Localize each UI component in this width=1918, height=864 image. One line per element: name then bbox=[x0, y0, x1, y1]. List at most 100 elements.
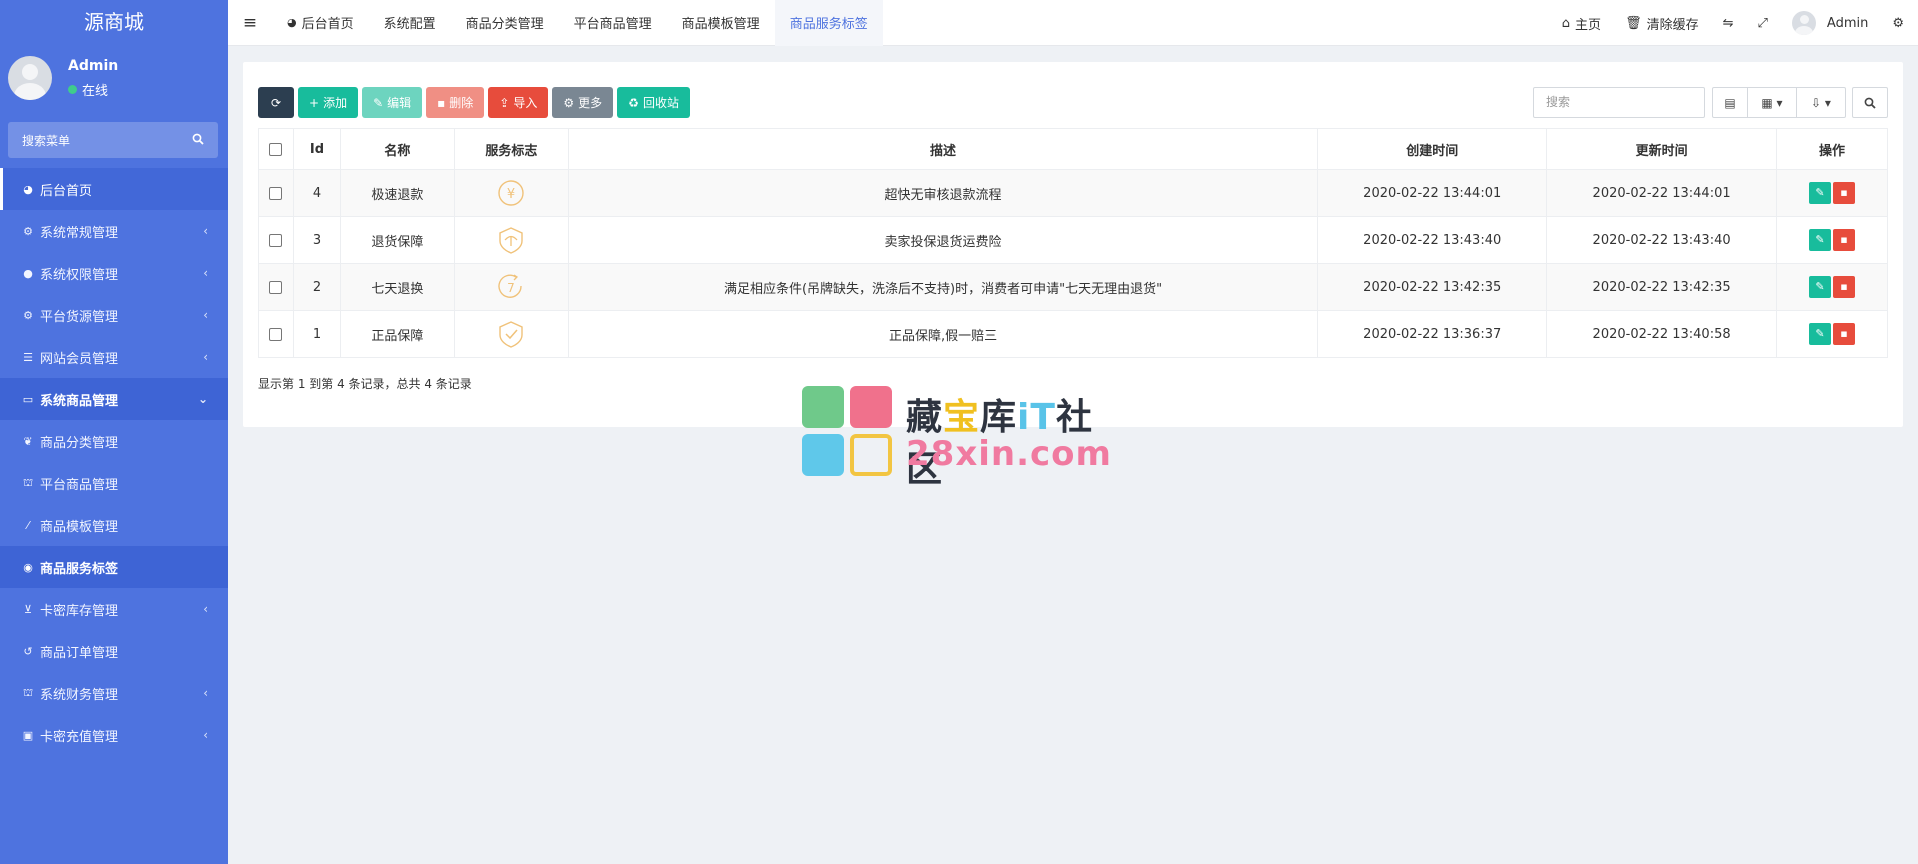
plus-icon: + bbox=[309, 95, 320, 110]
tab-label: 商品分类管理 bbox=[465, 17, 544, 32]
row-delete-button[interactable]: ▪ bbox=[1833, 229, 1856, 251]
tab-products[interactable]: 平台商品管理 bbox=[559, 0, 667, 46]
user-name: Admin bbox=[68, 58, 119, 74]
sidebar: 源商城 Admin 在线 搜索菜单 ◕ 后台首页 ⚙ 系统常规管理 ‹ ● 系统权限管理… bbox=[0, 0, 228, 864]
cell-created: 2020-02-22 13:36:37 bbox=[1317, 310, 1548, 358]
row-checkbox[interactable] bbox=[269, 280, 283, 294]
dashboard-icon: ◕ bbox=[287, 16, 297, 29]
delete-button[interactable]: ▪ 删除 bbox=[426, 87, 485, 118]
settings-icon[interactable]: ⚙ bbox=[1880, 16, 1918, 31]
tab-templates[interactable]: 商品模板管理 bbox=[667, 0, 775, 46]
user-menu[interactable]: Admin bbox=[1780, 11, 1880, 35]
add-label: 添加 bbox=[323, 96, 348, 110]
sidebar-item-label: 商品服务标签 bbox=[40, 561, 119, 577]
sidebar-item-goods[interactable]: ▭ 系统商品管理 ⌄ bbox=[0, 378, 228, 420]
cell-updated: 2020-02-22 13:43:40 bbox=[1546, 216, 1778, 264]
column-header-icon[interactable]: 服务标志 bbox=[453, 128, 569, 170]
cell-icon: ¥ bbox=[453, 169, 569, 217]
brand-logo[interactable]: 源商城 bbox=[0, 0, 228, 44]
sidebar-item-category[interactable]: ❦ 商品分类管理 bbox=[0, 420, 228, 462]
tab-service-tags[interactable]: 商品服务标签 bbox=[774, 0, 883, 46]
home-link[interactable]: ⌂ 主页 bbox=[1550, 14, 1613, 33]
users-icon: ● bbox=[23, 266, 33, 280]
gear-icon: ⚙ bbox=[563, 95, 575, 110]
chevron-left-icon: ‹ bbox=[203, 728, 208, 742]
chevron-left-icon: ‹ bbox=[203, 350, 208, 364]
money-icon: ▣ bbox=[22, 728, 34, 742]
sidebar-item-finance[interactable]: ⛫ 系统财务管理 ‹ bbox=[0, 672, 228, 714]
watermark-square-pink bbox=[850, 386, 892, 428]
yen-circle-icon: ¥ bbox=[498, 180, 525, 206]
edit-button[interactable]: ✎ 编辑 bbox=[362, 87, 423, 118]
cell-name: 极速退款 bbox=[339, 169, 455, 217]
sidebar-item-label: 后台首页 bbox=[40, 183, 93, 199]
advanced-search-icon[interactable] bbox=[1852, 87, 1888, 118]
sidebar-item-auth[interactable]: ● 系统权限管理 ‹ bbox=[0, 252, 228, 294]
menu-toggle-icon[interactable]: ≡ bbox=[228, 13, 272, 33]
tab-system-config[interactable]: 系统配置 bbox=[369, 0, 451, 46]
sidebar-item-members[interactable]: ☰ 网站会员管理 ‹ bbox=[0, 336, 228, 378]
row-delete-button[interactable]: ▪ bbox=[1833, 323, 1856, 345]
sidebar-item-card-stock[interactable]: ⊻ 卡密库存管理 ‹ bbox=[0, 588, 228, 630]
row-delete-button[interactable]: ▪ bbox=[1833, 182, 1856, 204]
table-search-input[interactable]: 搜索 bbox=[1533, 87, 1705, 118]
sidebar-item-label: 系统商品管理 bbox=[40, 393, 119, 409]
add-button[interactable]: + 添加 bbox=[298, 87, 359, 118]
list-icon: ☰ bbox=[23, 350, 33, 364]
sidebar-item-service-tags[interactable]: ◉ 商品服务标签 bbox=[0, 546, 228, 588]
watermark-char: 藏 bbox=[906, 397, 944, 438]
home-label: 主页 bbox=[1575, 17, 1602, 33]
import-button[interactable]: ⇪ 导入 bbox=[488, 87, 549, 118]
select-all-checkbox[interactable] bbox=[269, 142, 283, 156]
column-header-desc[interactable]: 描述 bbox=[567, 128, 1319, 170]
row-checkbox[interactable] bbox=[269, 233, 283, 247]
clear-cache-button[interactable]: 🗑 清除缓存 bbox=[1613, 14, 1711, 33]
menu-search-input[interactable]: 搜索菜单 bbox=[8, 122, 218, 158]
row-edit-button[interactable]: ✎ bbox=[1809, 323, 1832, 345]
sidebar-item-label: 网站会员管理 bbox=[40, 351, 119, 367]
row-edit-button[interactable]: ✎ bbox=[1809, 229, 1832, 251]
tab-category[interactable]: 商品分类管理 bbox=[451, 0, 559, 46]
column-header-id[interactable]: Id bbox=[292, 128, 341, 170]
dashboard-icon: ◕ bbox=[23, 182, 33, 196]
more-label: 更多 bbox=[578, 96, 603, 110]
export-dropdown-icon[interactable]: ⇩ ▾ bbox=[1796, 87, 1846, 118]
cell-id: 3 bbox=[292, 216, 341, 264]
tab-dashboard[interactable]: ◕ 后台首页 bbox=[272, 0, 369, 46]
sidebar-item-recharge[interactable]: ▣ 卡密充值管理 ‹ bbox=[0, 714, 228, 756]
row-checkbox[interactable] bbox=[269, 186, 283, 200]
watermark-square-yellow bbox=[850, 434, 892, 476]
recycle-bin-button[interactable]: ♻ 回收站 bbox=[617, 87, 690, 118]
search-icon[interactable] bbox=[192, 133, 204, 148]
sidebar-item-dashboard[interactable]: ◕ 后台首页 bbox=[0, 168, 228, 210]
chevron-left-icon: ‹ bbox=[203, 602, 208, 616]
refresh-button[interactable]: ⟳ bbox=[258, 87, 294, 118]
sidebar-item-orders[interactable]: ↺ 商品订单管理 bbox=[0, 630, 228, 672]
cell-icon bbox=[453, 216, 569, 264]
online-dot-icon bbox=[68, 85, 77, 94]
column-header-updated[interactable]: 更新时间 bbox=[1546, 128, 1778, 170]
columns-dropdown-icon[interactable]: ▦ ▾ bbox=[1747, 87, 1797, 118]
cell-created: 2020-02-22 13:44:01 bbox=[1317, 169, 1548, 217]
row-checkbox[interactable] bbox=[269, 327, 283, 341]
column-header-name[interactable]: 名称 bbox=[339, 128, 455, 170]
fullscreen-icon[interactable]: ⤢ bbox=[1746, 16, 1780, 31]
chevron-left-icon: ‹ bbox=[203, 224, 208, 238]
sidebar-item-general[interactable]: ⚙ 系统常规管理 ‹ bbox=[0, 210, 228, 252]
row-edit-button[interactable]: ✎ bbox=[1809, 276, 1832, 298]
sidebar-item-supply[interactable]: ⚙ 平台货源管理 ‹ bbox=[0, 294, 228, 336]
cell-icon: 7 bbox=[453, 263, 569, 311]
table-row: 4 极速退款 ¥ 超快无审核退款流程 2020-02-22 13:44:01 2… bbox=[258, 169, 1888, 217]
sidebar-item-templates[interactable]: ⁄ 商品模板管理 bbox=[0, 504, 228, 546]
card-view-toggle-icon[interactable]: ▤ bbox=[1712, 87, 1748, 118]
column-header-created[interactable]: 创建时间 bbox=[1317, 128, 1548, 170]
sidebar-item-products[interactable]: ⛫ 平台商品管理 bbox=[0, 462, 228, 504]
sidebar-item-label: 系统权限管理 bbox=[40, 267, 119, 283]
language-icon[interactable]: ⇋ bbox=[1711, 16, 1746, 31]
cell-desc: 正品保障,假一赔三 bbox=[567, 310, 1319, 358]
more-button[interactable]: ⚙ 更多 bbox=[552, 87, 614, 118]
row-edit-button[interactable]: ✎ bbox=[1809, 182, 1832, 204]
row-delete-button[interactable]: ▪ bbox=[1833, 276, 1856, 298]
sidebar-menu: ◕ 后台首页 ⚙ 系统常规管理 ‹ ● 系统权限管理 ‹ ⚙ 平台货源管理 ‹ ☰ 网站会员管理… bbox=[0, 168, 228, 756]
service-tags-table: Id 名称 服务标志 描述 创建时间 更新时间 操作 4 极速退款 ¥ 超快无审… bbox=[258, 128, 1888, 358]
